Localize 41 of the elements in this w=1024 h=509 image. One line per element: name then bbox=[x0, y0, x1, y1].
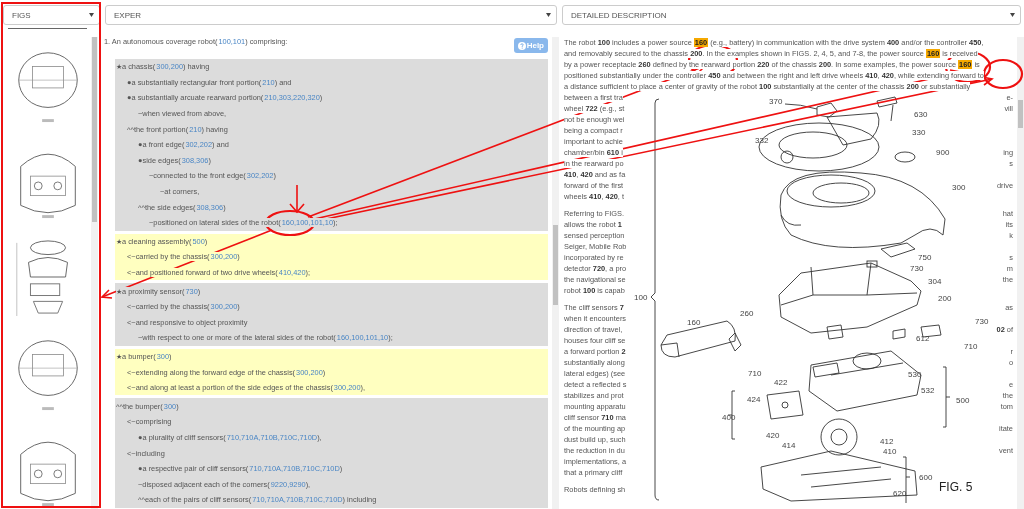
scrollbar[interactable] bbox=[91, 37, 98, 509]
callout-label: 260 bbox=[740, 309, 754, 318]
callout-label: 730 bbox=[910, 264, 924, 273]
callout-label: 710 bbox=[964, 342, 978, 351]
callout-label: 424 bbox=[747, 395, 761, 404]
callout-label: 160 bbox=[687, 318, 701, 327]
callout-label: 304 bbox=[928, 277, 942, 286]
dropdown-select[interactable]: FIGS bbox=[3, 5, 100, 25]
dropdown-select[interactable]: EXPER bbox=[105, 5, 557, 25]
callout-label: 730 bbox=[975, 317, 989, 326]
callout-label: 200 bbox=[938, 294, 952, 303]
dropdown-select[interactable]: DETAILED DESCRIPTION bbox=[562, 5, 1021, 25]
callout-label: 630 bbox=[914, 110, 928, 119]
callout-label: 900 bbox=[936, 148, 950, 157]
figure-title: FIG. 5 bbox=[939, 480, 973, 494]
callout-label: 370 bbox=[769, 97, 783, 106]
caret-icon bbox=[1010, 13, 1015, 17]
annotation-arrow bbox=[289, 184, 305, 214]
callout-label: 300 bbox=[952, 183, 966, 192]
callout-label: 100 bbox=[634, 293, 648, 302]
scrollbar[interactable] bbox=[552, 37, 559, 509]
callout-label: 750 bbox=[918, 253, 932, 262]
callout-label: 400 bbox=[722, 413, 736, 422]
help-icon bbox=[517, 41, 526, 50]
callout-label: 410 bbox=[883, 447, 897, 456]
highlight-circle bbox=[982, 58, 1024, 90]
scrollbar[interactable] bbox=[1017, 37, 1024, 509]
caret-icon bbox=[89, 13, 94, 17]
callout-label: 420 bbox=[766, 431, 780, 440]
callout-label: 532 bbox=[921, 386, 935, 395]
callout-label: 600 bbox=[919, 473, 933, 482]
callout-label: 414 bbox=[782, 441, 796, 450]
callout-label: 330 bbox=[912, 128, 926, 137]
help-button[interactable]: Help bbox=[513, 38, 548, 53]
callout-label: 332 bbox=[755, 136, 769, 145]
caret-icon bbox=[546, 13, 551, 17]
callout-label: 612 bbox=[916, 334, 930, 343]
callout-label: 422 bbox=[774, 378, 788, 387]
callout-label: 710 bbox=[748, 369, 762, 378]
callout-label: 500 bbox=[956, 396, 970, 405]
callout-label: 412 bbox=[880, 437, 894, 446]
